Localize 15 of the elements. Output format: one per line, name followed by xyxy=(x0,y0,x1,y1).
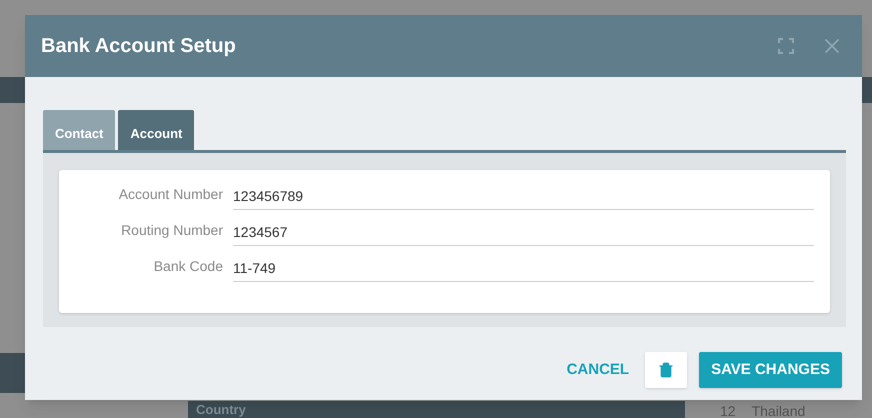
dialog-title: Bank Account Setup xyxy=(41,34,237,59)
table-header: Country xyxy=(188,401,685,418)
save-changes-button[interactable]: SAVE CHANGES xyxy=(699,352,842,388)
field-label: Routing Number xyxy=(120,221,224,240)
fullscreen-icon[interactable] xyxy=(778,38,794,54)
delete-button[interactable] xyxy=(645,352,688,388)
input-field[interactable]: 123456789 xyxy=(233,184,814,210)
tab[interactable]: Account xyxy=(118,110,194,150)
table-cell: Thailand xyxy=(752,404,806,418)
trash-icon xyxy=(658,362,674,378)
input-field[interactable]: 1234567 xyxy=(233,220,814,246)
input-field[interactable]: 11-749 xyxy=(233,256,814,282)
field-label: Account Number xyxy=(118,185,224,204)
field-label: Bank Code xyxy=(152,257,224,276)
table-cell: 12 xyxy=(720,404,736,418)
